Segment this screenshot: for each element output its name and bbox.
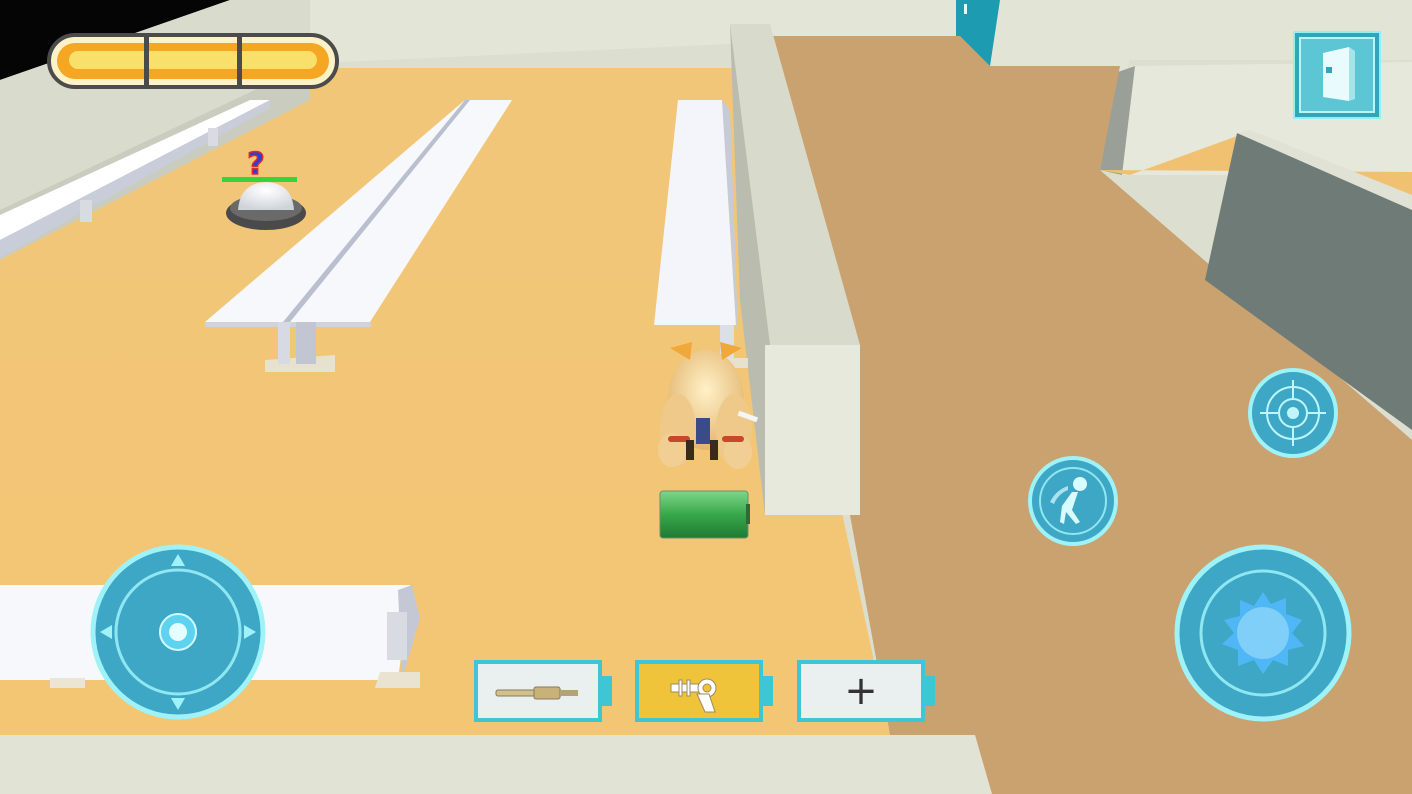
plus-icon: + bbox=[844, 668, 878, 714]
fire-button[interactable] bbox=[1174, 544, 1352, 722]
bottom-wall bbox=[0, 735, 992, 794]
door-icon bbox=[1323, 47, 1355, 101]
health-segment-divider bbox=[144, 37, 149, 85]
battery-pickup[interactable] bbox=[659, 490, 750, 539]
dash-button[interactable] bbox=[1028, 456, 1118, 546]
health-segment-divider bbox=[237, 37, 242, 85]
aim-button[interactable] bbox=[1248, 368, 1338, 458]
weapon-slot-rifle[interactable] bbox=[474, 660, 616, 722]
movement-joystick[interactable] bbox=[90, 544, 266, 720]
enemy-alert-marker: ? bbox=[247, 147, 264, 182]
weapon-slot-ray-gun[interactable] bbox=[635, 660, 777, 722]
exit-door-button[interactable] bbox=[1293, 31, 1381, 119]
weapon-slot-add[interactable]: + bbox=[797, 660, 939, 722]
divider-wall-front bbox=[765, 345, 860, 515]
health-bar bbox=[47, 33, 339, 89]
